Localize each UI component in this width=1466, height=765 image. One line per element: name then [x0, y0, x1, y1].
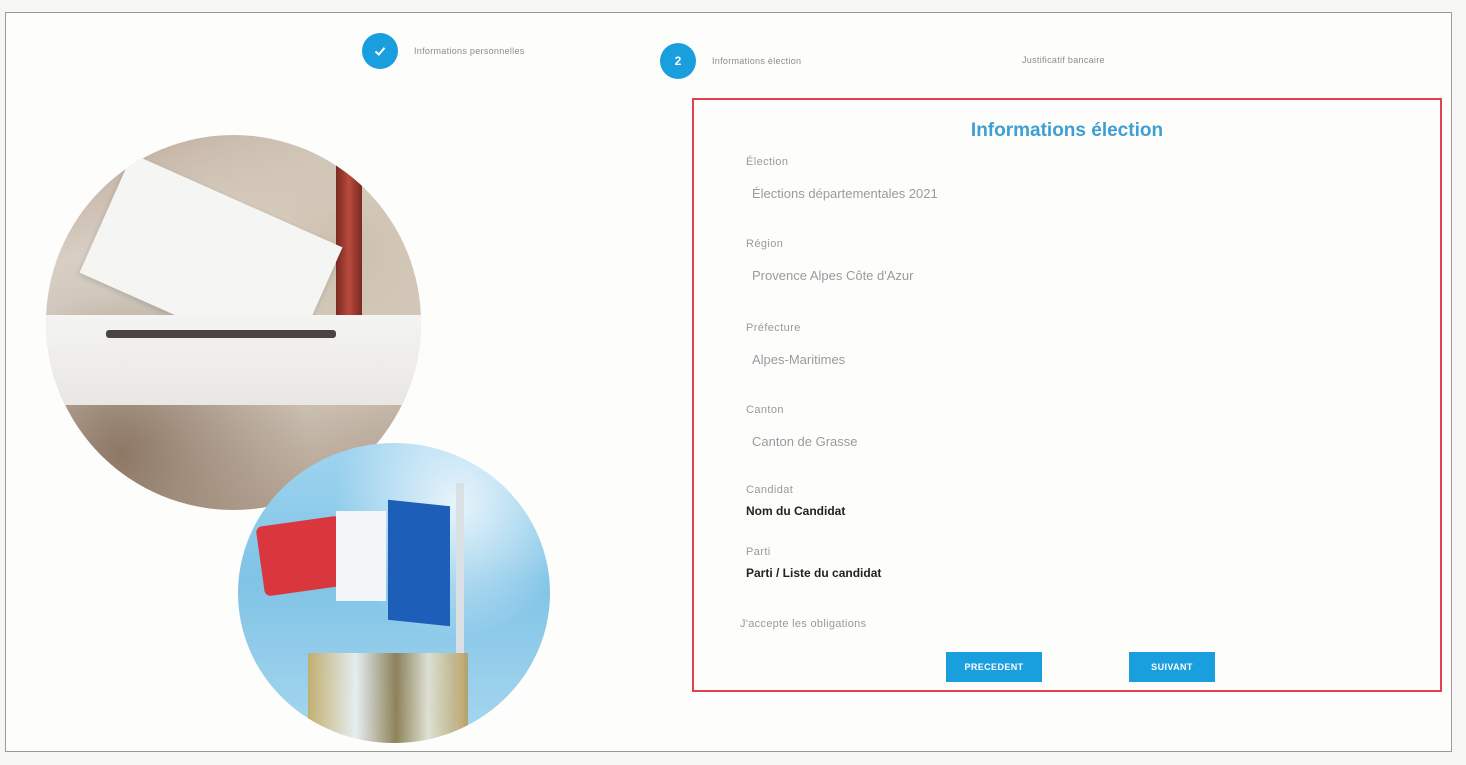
field-label: Préfecture	[746, 322, 801, 334]
photo-detail	[106, 330, 336, 338]
wizard-page: Informations personnelles 2 Informations…	[5, 12, 1452, 752]
field-label: Région	[746, 238, 784, 250]
previous-button[interactable]: PRECEDENT	[946, 652, 1042, 682]
region-field[interactable]: Région Provence Alpes Côte d'Azur	[746, 238, 913, 283]
step-1-badge	[362, 33, 398, 69]
candidate-input[interactable]: Nom du Candidat	[746, 504, 845, 518]
step-2-badge: 2	[660, 43, 696, 79]
next-button[interactable]: SUIVANT	[1129, 652, 1215, 682]
canton-field[interactable]: Canton Canton de Grasse	[746, 404, 858, 449]
party-input[interactable]: Parti / Liste du candidat	[746, 566, 881, 580]
field-label: Candidat	[746, 484, 794, 496]
french-flag-photo	[238, 443, 550, 743]
step-2-label: Informations élection	[712, 56, 802, 66]
election-select[interactable]: Élections départementales 2021	[752, 186, 938, 201]
step-election-info[interactable]: 2 Informations élection	[660, 43, 801, 79]
step-3-label: Justificatif bancaire	[1022, 55, 1105, 65]
region-select[interactable]: Provence Alpes Côte d'Azur	[752, 268, 913, 283]
field-label: Parti	[746, 546, 771, 558]
canton-select[interactable]: Canton de Grasse	[752, 434, 858, 449]
step-bank-info[interactable]: Justificatif bancaire	[1006, 55, 1105, 65]
photo-detail	[46, 315, 421, 405]
step-personal-info[interactable]: Informations personnelles	[362, 33, 525, 69]
check-icon	[374, 47, 386, 56]
field-label: Élection	[746, 156, 789, 168]
election-field[interactable]: Élection Élections départementales 2021	[746, 156, 938, 201]
candidate-field[interactable]: Candidat Nom du Candidat	[746, 484, 845, 518]
photo-detail	[336, 511, 386, 601]
step-1-label: Informations personnelles	[414, 46, 525, 56]
election-form-panel: Informations élection Élection Élections…	[692, 98, 1442, 692]
photo-detail	[388, 499, 450, 627]
stepper: Informations personnelles 2 Informations…	[6, 33, 1453, 87]
photo-detail	[336, 155, 362, 315]
prefecture-field[interactable]: Préfecture Alpes-Maritimes	[746, 322, 845, 367]
form-title: Informations élection	[970, 120, 1164, 141]
party-field[interactable]: Parti Parti / Liste du candidat	[746, 546, 881, 580]
obligations-checkbox[interactable]: J'accepte les obligations	[740, 618, 866, 630]
field-label: Canton	[746, 404, 784, 416]
photo-detail	[308, 653, 468, 743]
prefecture-select[interactable]: Alpes-Maritimes	[752, 352, 845, 367]
